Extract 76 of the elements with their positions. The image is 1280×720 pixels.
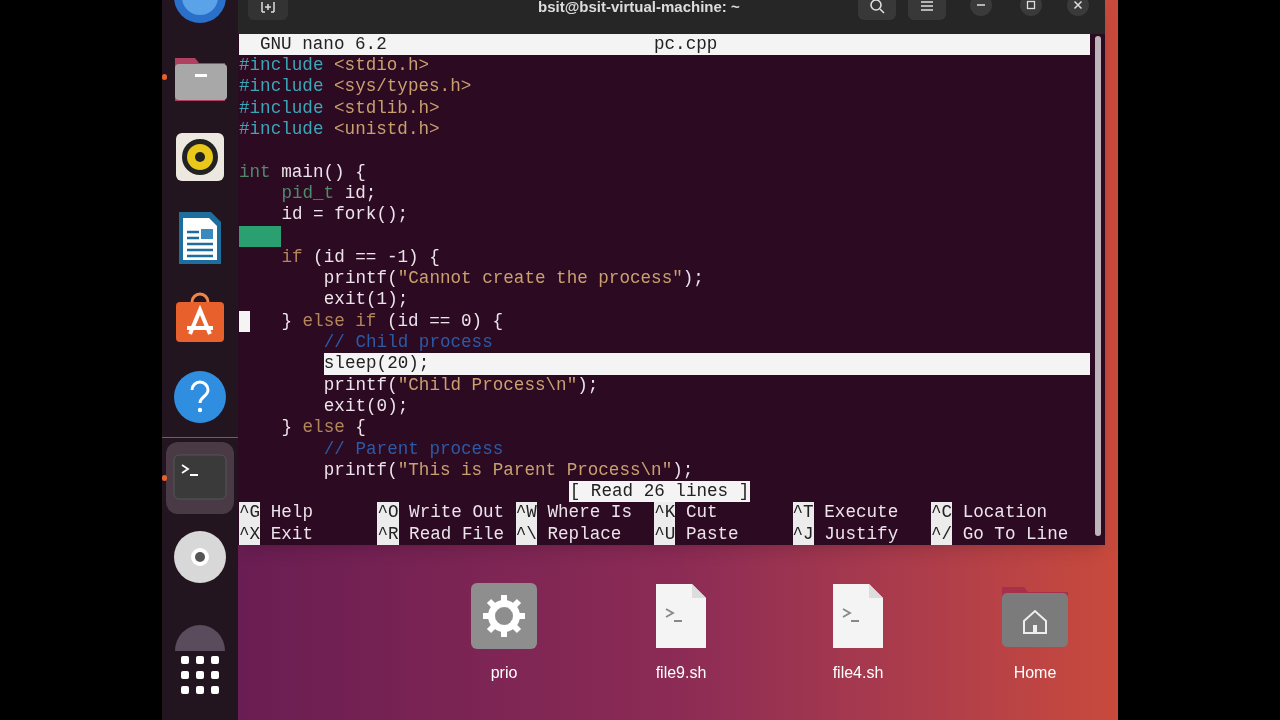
- code-line: printf("Cannot create the process");: [323, 268, 704, 290]
- editor-version: GNU nano 6.2: [259, 33, 388, 56]
- grid-icon: [180, 655, 220, 695]
- code-line: exit(1);: [323, 289, 409, 311]
- code-line: // Parent process: [323, 438, 504, 460]
- shortcut-label: Exit: [269, 523, 313, 545]
- search-icon: [869, 0, 885, 14]
- file-name-label: file9.sh: [655, 663, 707, 683]
- shortcut-key: ^J: [792, 523, 814, 545]
- code-line: #include <unistd.h>: [239, 119, 440, 141]
- status-message: [ Read 26 lines ]: [568, 481, 751, 503]
- code-line: printf("This is Parent Process\n");: [323, 459, 694, 482]
- code-line: #include <sys/types.h>: [239, 76, 472, 98]
- new-tab-button[interactable]: [248, 0, 288, 20]
- shortcut-label: Replace: [546, 523, 622, 545]
- maximize-icon: [1026, 0, 1036, 10]
- search-button[interactable]: [858, 0, 896, 20]
- shortcut-key: ^U: [654, 523, 676, 545]
- minimize-icon: [976, 4, 986, 6]
- code-line: } else if (id == 0) {: [281, 310, 504, 333]
- shortcut-label: Cut: [684, 502, 718, 524]
- shortcut-key: ^K: [654, 502, 676, 524]
- minimize-button[interactable]: [970, 0, 992, 16]
- shortcut-label: Go To Line: [961, 523, 1069, 545]
- file-name-label: file4.sh: [832, 663, 884, 683]
- desktop-icon[interactable]: Home: [975, 583, 1095, 685]
- maximize-button[interactable]: [1020, 0, 1042, 16]
- shortcut-label: Justify: [823, 523, 899, 545]
- shortcut-key: ^X: [239, 523, 261, 545]
- selected-text: sleep(20);: [323, 353, 1090, 375]
- whitespace-highlight: [239, 225, 282, 247]
- shortcut-label: Execute: [823, 502, 899, 524]
- code-line: id = fork();: [281, 204, 409, 226]
- code-line: exit(0);: [323, 395, 409, 418]
- shortcut-label: Write Out: [408, 502, 505, 524]
- close-icon: [1073, 0, 1083, 10]
- file-name-label: Home: [1013, 663, 1057, 683]
- menu-icon: [920, 0, 934, 12]
- desktop-icon[interactable]: file4.sh: [798, 583, 918, 685]
- window-title: bsit@bsit-virtual-machine: ~: [538, 0, 740, 17]
- code-line: if (id == -1) {: [281, 246, 440, 269]
- scrollbar[interactable]: [1094, 35, 1101, 536]
- desktop-icon[interactable]: prio: [444, 583, 564, 685]
- help-icon: [173, 370, 227, 424]
- code-line: printf("Child Process\n");: [323, 374, 599, 396]
- code-line: } else {: [281, 417, 366, 439]
- shortcut-label: Where Is: [546, 502, 632, 524]
- code-line: pid_t id;: [281, 182, 377, 205]
- code-line: // Child process: [323, 332, 493, 354]
- code-line: int main() {: [239, 161, 366, 183]
- shopping-bag-icon: [173, 290, 227, 344]
- shortcut-key: ^T: [792, 502, 814, 524]
- shortcut-key: ^\: [515, 523, 537, 545]
- desktop-icon[interactable]: file9.sh: [621, 583, 741, 685]
- dome-icon: [173, 623, 227, 651]
- shortcut-key: ^C: [930, 502, 953, 524]
- file-name: pc.cpp: [654, 33, 718, 56]
- file-name-label: prio: [490, 663, 518, 683]
- code-line: #include <stdio.h>: [239, 55, 430, 77]
- speaker-icon: [173, 130, 227, 184]
- shortcut-label: Read File: [408, 523, 505, 545]
- close-button[interactable]: [1067, 0, 1089, 16]
- shortcut-label: Location: [961, 502, 1048, 524]
- shortcut-label: Paste: [684, 523, 739, 545]
- shortcut-key: ^W: [515, 502, 537, 524]
- menu-button[interactable]: [908, 0, 946, 20]
- disc-icon: [173, 530, 227, 584]
- shortcut-key: ^R: [377, 523, 399, 545]
- code-line: #include <stdlib.h>: [239, 97, 440, 120]
- app-grid-button[interactable]: [180, 655, 220, 695]
- shortcut-key: ^G: [239, 502, 261, 524]
- gear-icon: [471, 583, 537, 649]
- shortcut-label: Help: [269, 502, 313, 524]
- shortcut-key: ^/: [930, 523, 953, 545]
- shortcut-key: ^O: [377, 502, 399, 524]
- new-tab-icon: [260, 1, 276, 13]
